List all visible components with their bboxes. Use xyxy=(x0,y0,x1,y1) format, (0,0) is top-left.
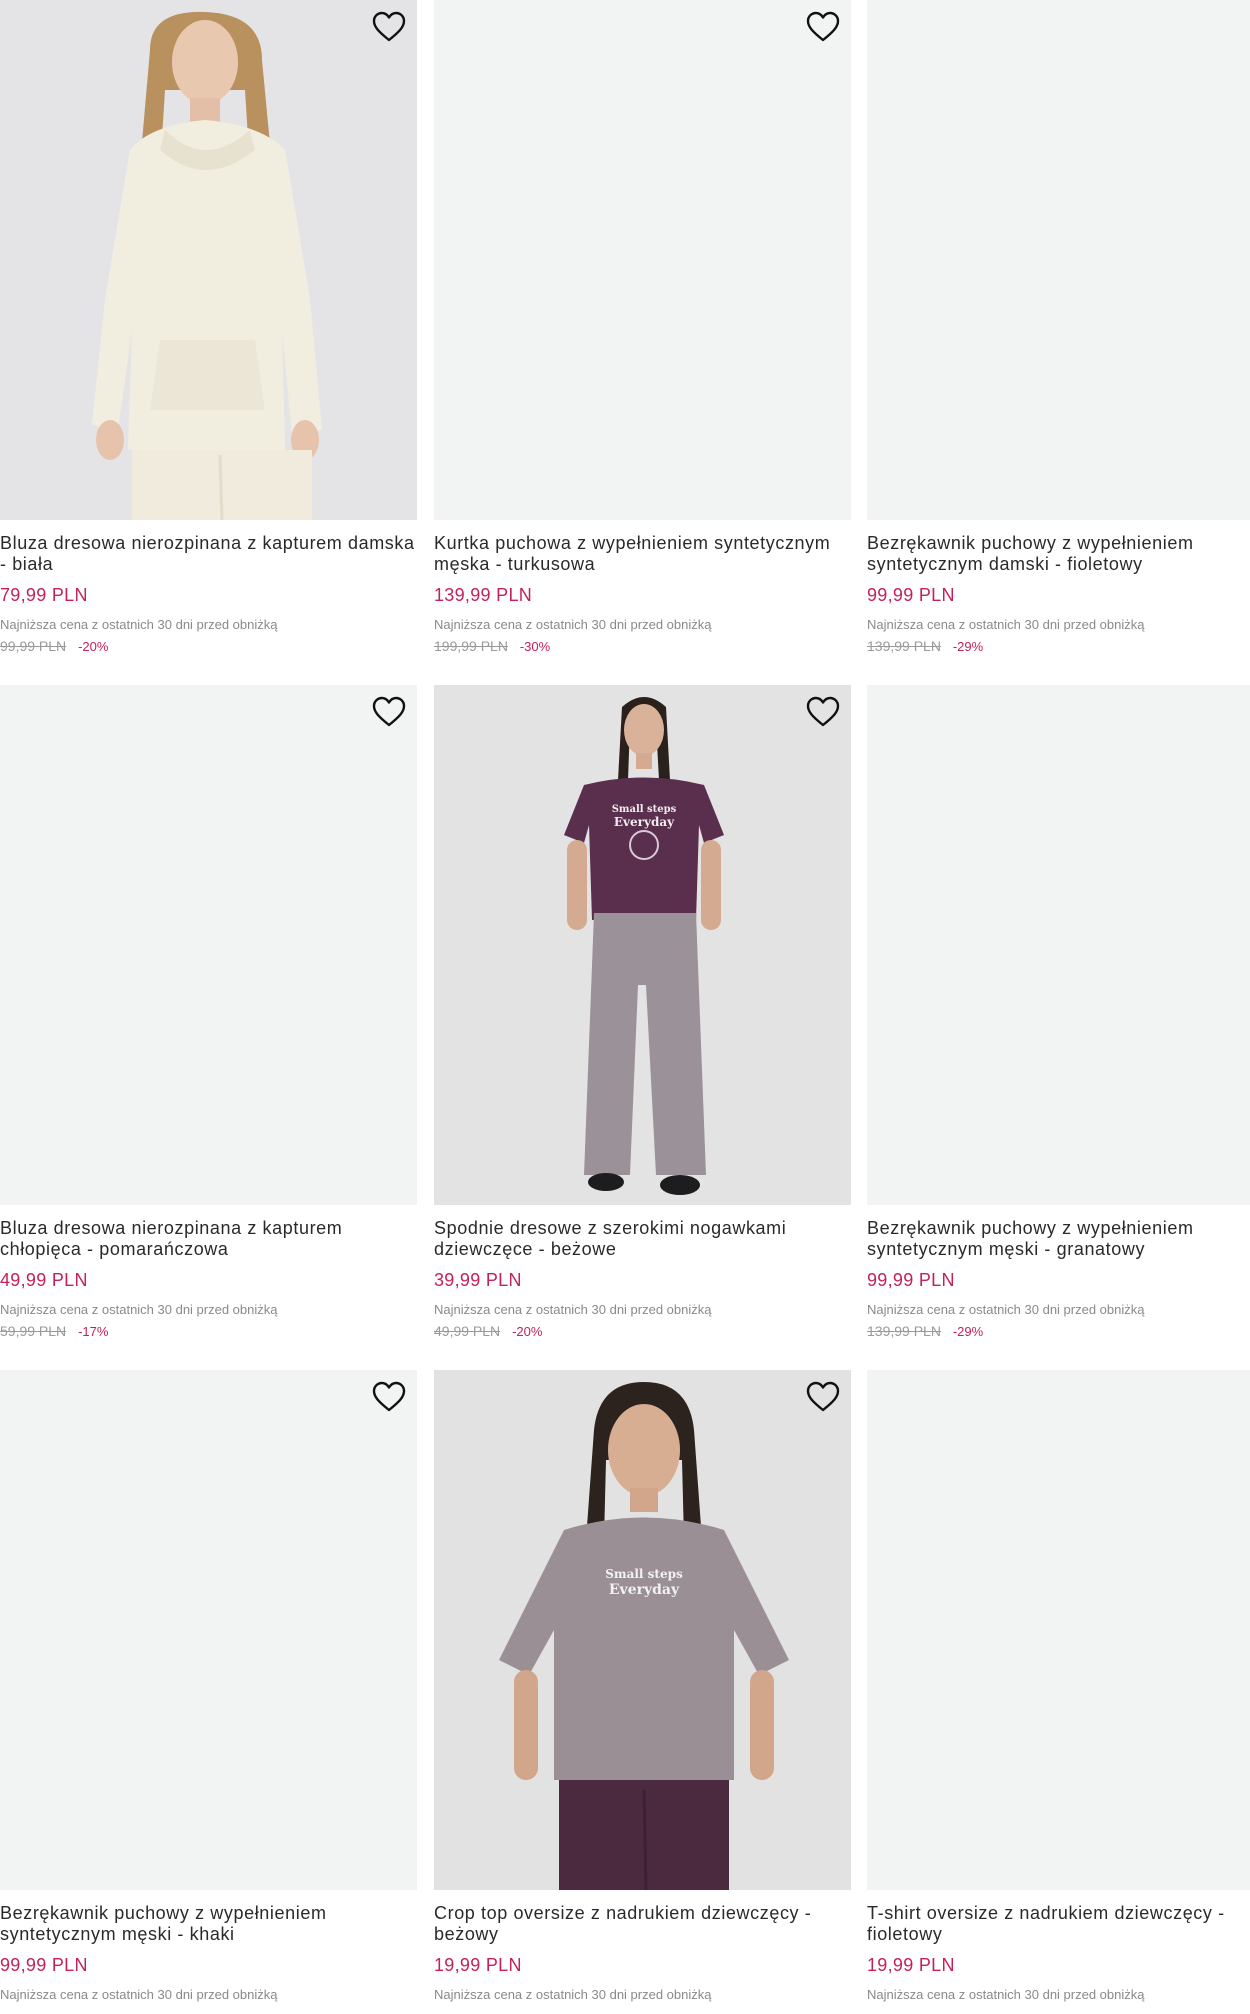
old-price: 139,99 PLN xyxy=(867,638,941,654)
favorite-heart-icon[interactable] xyxy=(805,1380,841,1414)
old-price: 199,99 PLN xyxy=(434,638,508,654)
product-title[interactable]: Bluza dresowa nierozpinana z kapturem ch… xyxy=(0,1218,417,1260)
old-price-row: 139,99 PLN -29% xyxy=(867,1322,1250,1341)
print-line-2: Everyday xyxy=(609,1582,680,1598)
product-card[interactable]: Kurtka puchowa z wypełnieniem syntetyczn… xyxy=(434,0,851,656)
product-card[interactable]: T-shirt oversize z nadrukiem dziewczęcy … xyxy=(867,1370,1250,2003)
lowest-price-label: Najniższa cena z ostatnich 30 dni przed … xyxy=(867,1302,1145,1317)
old-price-row: 49,99 PLN -20% xyxy=(434,1322,851,1341)
lowest-price-label: Najniższa cena z ostatnich 30 dni przed … xyxy=(0,1987,278,2002)
lowest-price-label: Najniższa cena z ostatnich 30 dni przed … xyxy=(434,617,712,632)
product-title[interactable]: Bezrękawnik puchowy z wypełnieniem synte… xyxy=(0,1903,417,1945)
lowest-price-label: Najniższa cena z ostatnich 30 dni przed … xyxy=(434,1987,712,2002)
discount-badge: -30% xyxy=(519,639,551,654)
product-card[interactable]: Small steps Everyday Spodnie dresowe z s… xyxy=(434,685,851,1341)
product-image[interactable]: Small steps Everyday xyxy=(434,1370,851,1890)
print-line-1: Small steps xyxy=(605,1567,683,1581)
product-price: 139,99 PLN xyxy=(434,585,533,605)
favorite-heart-icon[interactable] xyxy=(805,10,841,44)
favorite-heart-icon[interactable] xyxy=(371,10,407,44)
product-title[interactable]: Kurtka puchowa z wypełnieniem syntetyczn… xyxy=(434,533,851,575)
product-card[interactable]: Bezrękawnik puchowy z wypełnieniem synte… xyxy=(867,685,1250,1341)
product-title[interactable]: Crop top oversize z nadrukiem dziewczęcy… xyxy=(434,1903,851,1945)
girl-crop-top-photo: Small steps Everyday xyxy=(434,1370,851,1890)
product-image[interactable] xyxy=(0,1370,417,1890)
product-price: 99,99 PLN xyxy=(867,1270,955,1290)
woman-hoodie-photo xyxy=(0,0,417,520)
product-price: 79,99 PLN xyxy=(0,585,88,605)
product-title[interactable]: Bezrękawnik puchowy z wypełnieniem synte… xyxy=(867,533,1250,575)
discount-badge: -20% xyxy=(512,1324,543,1339)
old-price-row: 59,99 PLN -17% xyxy=(0,1322,417,1341)
lowest-price-label: Najniższa cena z ostatnich 30 dni przed … xyxy=(0,1302,278,1317)
favorite-heart-icon[interactable] xyxy=(371,1380,407,1414)
old-price: 49,99 PLN xyxy=(434,1323,501,1339)
product-image[interactable] xyxy=(0,685,417,1205)
old-price-row: 199,99 PLN -30% xyxy=(434,637,851,656)
lowest-price-label: Najniższa cena z ostatnich 30 dni przed … xyxy=(0,617,278,632)
discount-badge: -17% xyxy=(78,1324,109,1339)
product-title[interactable]: T-shirt oversize z nadrukiem dziewczęcy … xyxy=(867,1903,1250,1945)
discount-badge: -29% xyxy=(952,639,984,654)
product-image[interactable] xyxy=(867,0,1250,520)
print-line-2: Everyday xyxy=(614,815,675,829)
old-price: 99,99 PLN xyxy=(0,638,67,654)
product-price: 19,99 PLN xyxy=(434,1955,522,1975)
product-card[interactable]: Bluza dresowa nierozpinana z kapturem da… xyxy=(0,0,417,656)
product-image[interactable] xyxy=(0,0,417,520)
favorite-heart-icon[interactable] xyxy=(371,695,407,729)
product-price: 99,99 PLN xyxy=(0,1955,88,1975)
product-image[interactable] xyxy=(867,685,1250,1205)
old-price-row: 139,99 PLN -29% xyxy=(867,637,1250,656)
product-image[interactable]: Small steps Everyday xyxy=(434,685,851,1205)
girl-pants-photo: Small steps Everyday xyxy=(434,685,851,1205)
product-title[interactable]: Bezrękawnik puchowy z wypełnieniem synte… xyxy=(867,1218,1250,1260)
product-grid: Bluza dresowa nierozpinana z kapturem da… xyxy=(0,0,1250,2014)
old-price: 139,99 PLN xyxy=(867,1323,941,1339)
product-card[interactable]: Bezrękawnik puchowy z wypełnieniem synte… xyxy=(0,1370,417,2003)
product-image[interactable] xyxy=(867,1370,1250,1890)
product-title[interactable]: Bluza dresowa nierozpinana z kapturem da… xyxy=(0,533,417,575)
product-title[interactable]: Spodnie dresowe z szerokimi nogawkami dz… xyxy=(434,1218,851,1260)
product-price: 49,99 PLN xyxy=(0,1270,88,1290)
lowest-price-label: Najniższa cena z ostatnich 30 dni przed … xyxy=(867,1987,1145,2002)
product-card[interactable]: Small steps Everyday Crop top oversize z… xyxy=(434,1370,851,2003)
lowest-price-label: Najniższa cena z ostatnich 30 dni przed … xyxy=(867,617,1145,632)
lowest-price-label: Najniższa cena z ostatnich 30 dni przed … xyxy=(434,1302,712,1317)
discount-badge: -20% xyxy=(78,639,109,654)
product-price: 19,99 PLN xyxy=(867,1955,955,1975)
discount-badge: -29% xyxy=(952,1324,984,1339)
product-price: 39,99 PLN xyxy=(434,1270,522,1290)
product-card[interactable]: Bluza dresowa nierozpinana z kapturem ch… xyxy=(0,685,417,1341)
print-line-1: Small steps xyxy=(612,804,677,815)
product-card[interactable]: Bezrękawnik puchowy z wypełnieniem synte… xyxy=(867,0,1250,656)
favorite-heart-icon[interactable] xyxy=(805,695,841,729)
product-image[interactable] xyxy=(434,0,851,520)
product-price: 99,99 PLN xyxy=(867,585,955,605)
old-price-row: 99,99 PLN -20% xyxy=(0,637,417,656)
old-price: 59,99 PLN xyxy=(0,1323,67,1339)
